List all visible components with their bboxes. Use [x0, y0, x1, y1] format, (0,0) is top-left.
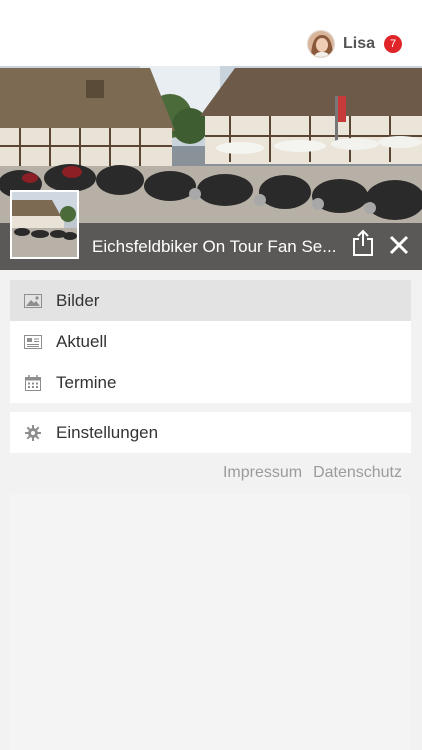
page-title: Eichsfeldbiker On Tour Fan Se...: [92, 237, 337, 256]
newspaper-icon: [24, 333, 42, 351]
notification-badge[interactable]: 7: [384, 35, 402, 53]
close-icon: [389, 235, 409, 255]
menu-item-label: Termine: [56, 372, 117, 392]
settings-menu: Einstellungen: [10, 412, 411, 453]
datenschutz-link[interactable]: Datenschutz: [313, 464, 402, 482]
menu-item-label: Aktuell: [56, 331, 108, 351]
gear-icon: [24, 424, 42, 442]
share-icon: [353, 229, 373, 256]
menu-item-termine[interactable]: Termine: [10, 362, 411, 403]
share-button[interactable]: [350, 229, 376, 257]
calendar-icon: [24, 374, 42, 392]
close-button[interactable]: [388, 234, 410, 256]
page-avatar-thumbnail[interactable]: [10, 190, 79, 259]
menu-item-label: Einstellungen: [56, 422, 159, 442]
user-menu[interactable]: Lisa 7: [306, 28, 402, 60]
top-bar: Lisa 7: [0, 0, 422, 66]
menu-item-einstellungen[interactable]: Einstellungen: [10, 412, 411, 453]
menu-item-aktuell[interactable]: Aktuell: [10, 321, 411, 362]
avatar[interactable]: [306, 30, 335, 58]
menu-item-label: Bilder: [56, 290, 100, 310]
user-name[interactable]: Lisa: [343, 35, 375, 53]
impressum-link[interactable]: Impressum: [223, 464, 302, 482]
cover-image: Eichsfeldbiker On Tour Fan Se...: [0, 66, 422, 270]
image-icon: [24, 292, 42, 310]
footer-links: Impressum Datenschutz: [223, 464, 402, 482]
menu-item-bilder[interactable]: Bilder: [10, 280, 411, 321]
page-menu: Bilder Aktuell Termine: [10, 280, 411, 403]
content-area: [10, 494, 411, 750]
